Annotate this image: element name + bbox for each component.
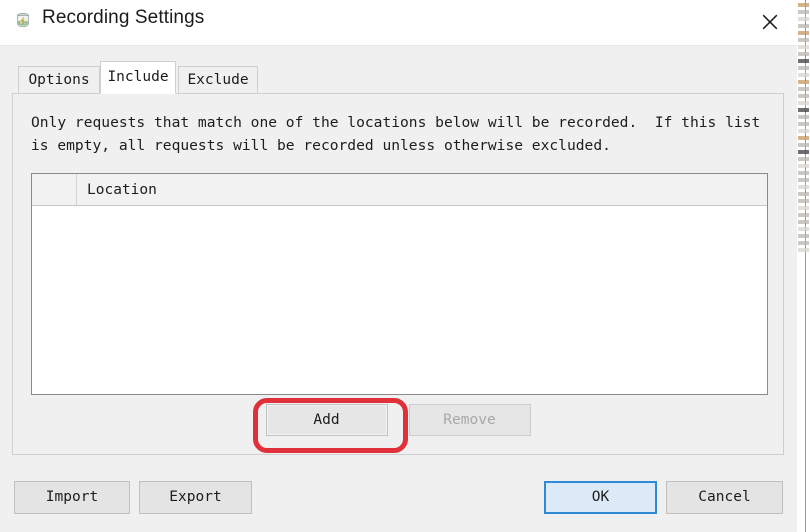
close-icon[interactable] (749, 4, 791, 40)
locations-table-header: Location (32, 174, 767, 206)
export-button[interactable]: Export (139, 481, 252, 514)
add-button-label: Add (313, 411, 340, 428)
remove-button: Remove (408, 404, 531, 436)
tab-options-label: Options (28, 72, 90, 89)
cancel-button[interactable]: Cancel (666, 481, 783, 514)
tab-options[interactable]: Options (18, 66, 100, 94)
cancel-button-label: Cancel (698, 489, 751, 506)
add-button[interactable]: Add (265, 404, 388, 436)
column-header-blank[interactable] (32, 174, 77, 205)
background-window-sliver (797, 0, 810, 532)
tab-exclude[interactable]: Exclude (178, 66, 258, 94)
recording-settings-dialog: Recording Settings Options Include Exclu… (0, 0, 797, 532)
dialog-title: Recording Settings (42, 7, 205, 28)
settings-tabs: Options Include Exclude (12, 61, 785, 94)
tab-exclude-label: Exclude (187, 72, 249, 89)
locations-table-body[interactable] (32, 206, 767, 394)
locations-table[interactable]: Location (31, 173, 768, 395)
include-description: Only requests that match one of the loca… (31, 114, 770, 154)
ok-button[interactable]: OK (544, 481, 657, 514)
ok-button-label: OK (591, 489, 610, 506)
zap-jar-icon (13, 11, 33, 31)
dialog-titlebar: Recording Settings (0, 0, 797, 46)
import-button[interactable]: Import (14, 481, 130, 514)
remove-button-label: Remove (443, 411, 496, 428)
screen: Recording Settings Options Include Exclu… (0, 0, 810, 532)
include-tab-panel: Only requests that match one of the loca… (12, 93, 784, 455)
tab-include[interactable]: Include (100, 61, 176, 94)
column-header-location[interactable]: Location (77, 174, 767, 205)
import-button-label: Import (45, 489, 99, 506)
list-action-row: Add Remove (13, 404, 783, 436)
export-button-label: Export (169, 489, 222, 506)
tab-include-label: Include (107, 69, 169, 86)
